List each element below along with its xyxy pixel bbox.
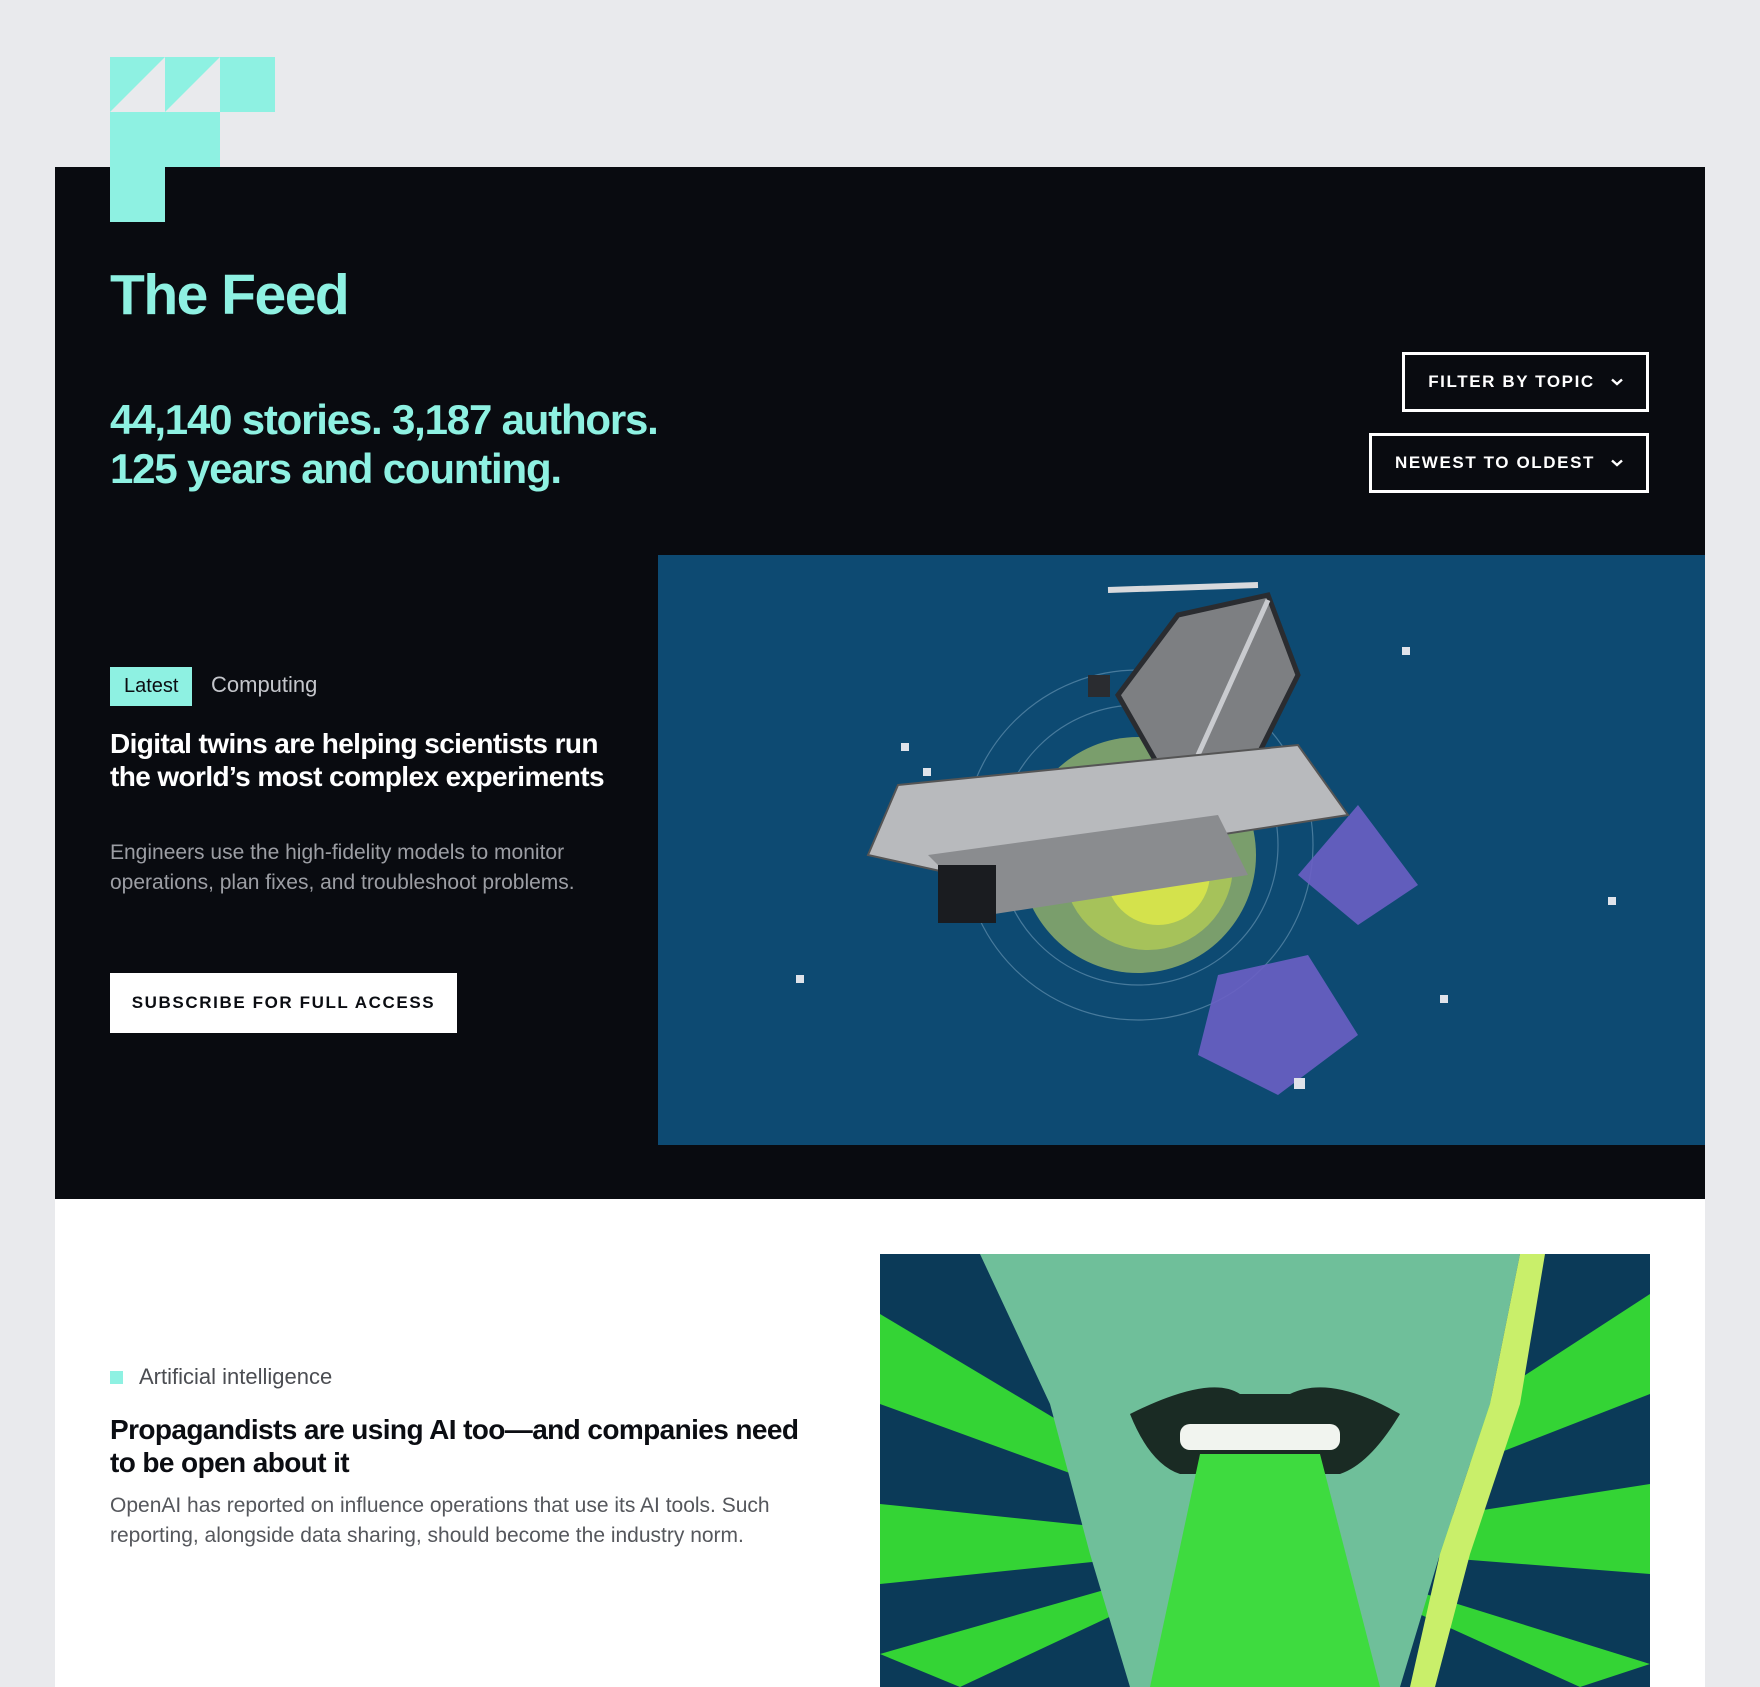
chevron-down-icon: [1611, 378, 1623, 386]
subscribe-button[interactable]: SUBSCRIBE FOR FULL ACCESS: [110, 973, 457, 1033]
filter-label: FILTER BY TOPIC: [1428, 372, 1595, 391]
story-headline-link[interactable]: Propagandists are using AI too—and compa…: [110, 1413, 830, 1479]
topic-link-artificial-intelligence[interactable]: Artificial intelligence: [110, 1364, 332, 1390]
stats-line-1: 44,140 stories. 3,187 authors.: [110, 396, 659, 443]
chevron-down-icon: [1611, 459, 1623, 467]
featured-dek: Engineers use the high-fidelity models t…: [110, 841, 575, 894]
topic-label: Artificial intelligence: [139, 1364, 333, 1389]
featured-image-telescope[interactable]: [658, 555, 1705, 1145]
sort-order-dropdown[interactable]: NEWEST TO OLDEST: [1369, 433, 1649, 493]
topic-marker-icon: [110, 1370, 123, 1384]
stats-line-2: 125 years and counting.: [110, 445, 562, 492]
featured-headline-link[interactable]: Digital twins are helping scientists run…: [110, 727, 630, 793]
topic-link-computing[interactable]: Computing: [211, 672, 317, 698]
sort-label: NEWEST TO OLDEST: [1394, 453, 1596, 472]
filter-by-topic-dropdown[interactable]: FILTER BY TOPIC: [1402, 352, 1649, 412]
latest-badge: Latest: [110, 667, 193, 706]
site-stats: 44,140 stories. 3,187 authors. 125 years…: [110, 395, 730, 493]
site-logo-icon[interactable]: [110, 57, 275, 222]
page-title: The Feed: [110, 263, 350, 327]
story-dek: OpenAI has reported on influence operati…: [110, 1494, 770, 1547]
story-image-shouting-face[interactable]: [880, 1254, 1650, 1687]
